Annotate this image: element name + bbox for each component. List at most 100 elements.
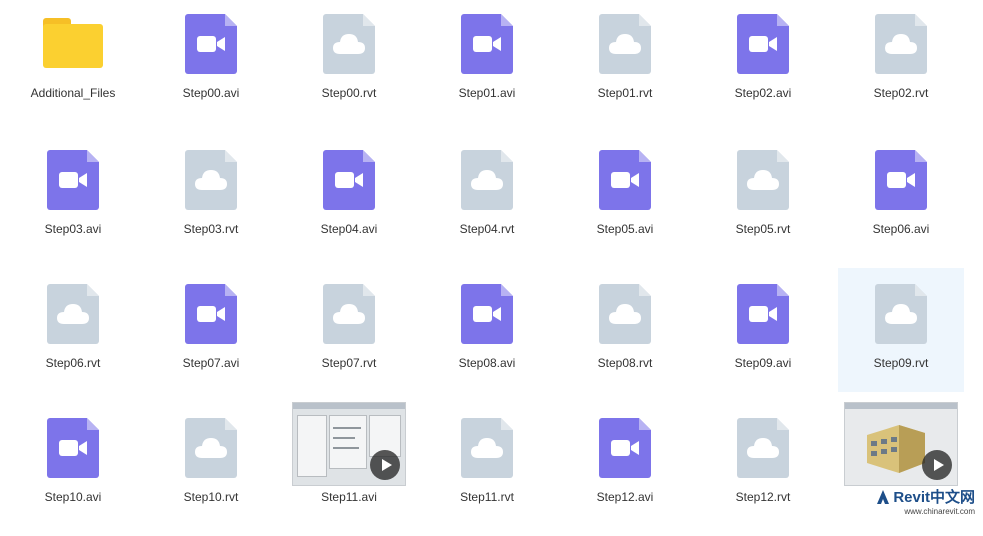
video-file-icon	[10, 402, 136, 478]
video-file-icon	[424, 268, 550, 344]
cloud-glyph	[471, 438, 503, 458]
doc-shape	[599, 418, 651, 478]
cloud-glyph	[609, 34, 641, 54]
cloud-glyph	[885, 304, 917, 324]
cloud-file-icon	[562, 268, 688, 344]
cloud-file-icon	[10, 268, 136, 344]
file-name: Step12.rvt	[735, 490, 791, 504]
file-item[interactable]: Step09.rvt	[838, 268, 964, 392]
folder-shape	[43, 18, 103, 68]
file-item[interactable]: Step07.avi	[148, 268, 274, 392]
video-thumbnail	[838, 402, 964, 486]
doc-shape	[323, 284, 375, 344]
cloud-glyph	[747, 170, 779, 190]
video-thumbnail	[286, 402, 412, 486]
cloud-glyph	[333, 304, 365, 324]
file-item[interactable]: Step11.rvt	[424, 402, 550, 526]
file-item[interactable]: Step05.avi	[562, 134, 688, 258]
file-item[interactable]: Step04.avi	[286, 134, 412, 258]
doc-shape	[323, 14, 375, 74]
doc-shape	[875, 14, 927, 74]
video-file-icon	[148, 0, 274, 74]
file-name: Step09.rvt	[873, 356, 929, 370]
cloud-file-icon	[286, 268, 412, 344]
cloud-file-icon	[424, 134, 550, 210]
file-item[interactable]: Step05.rvt	[700, 134, 826, 258]
cloud-file-icon	[148, 134, 274, 210]
file-item[interactable]: Step08.rvt	[562, 268, 688, 392]
cloud-glyph	[195, 438, 227, 458]
file-item[interactable]: Step00.avi	[148, 0, 274, 122]
camera-glyph	[473, 36, 501, 52]
file-name: Step08.avi	[458, 356, 516, 370]
file-item[interactable]: Step10.avi	[10, 402, 136, 526]
file-item[interactable]: Step06.avi	[838, 134, 964, 258]
file-name: Step04.avi	[320, 222, 378, 236]
file-name: Step04.rvt	[459, 222, 515, 236]
video-file-icon	[148, 268, 274, 344]
video-thumbnail	[292, 402, 406, 486]
file-name: Additional_Files	[30, 86, 116, 100]
cloud-file-icon	[424, 402, 550, 478]
file-item[interactable]: Step03.rvt	[148, 134, 274, 258]
doc-shape	[875, 150, 927, 210]
camera-glyph	[59, 440, 87, 456]
video-file-icon	[286, 134, 412, 210]
file-item[interactable]: Step02.rvt	[838, 0, 964, 122]
file-name: Step03.rvt	[183, 222, 239, 236]
file-item[interactable]: Step12.rvt	[700, 402, 826, 526]
camera-glyph	[335, 172, 363, 188]
play-icon[interactable]	[370, 450, 400, 480]
file-name: Step11.rvt	[460, 490, 514, 504]
file-name: Step06.rvt	[45, 356, 101, 370]
file-name: Step08.rvt	[597, 356, 653, 370]
file-item[interactable]: Step07.rvt	[286, 268, 412, 392]
file-name: Step03.avi	[44, 222, 102, 236]
doc-shape	[185, 418, 237, 478]
file-item[interactable]: Step03.avi	[10, 134, 136, 258]
file-item[interactable]: Additional_Files	[10, 0, 136, 122]
cloud-file-icon	[562, 0, 688, 74]
file-name: Step10.rvt	[183, 490, 239, 504]
doc-shape	[47, 150, 99, 210]
doc-shape	[461, 284, 513, 344]
file-item[interactable]: Step09.avi	[700, 268, 826, 392]
doc-shape	[185, 14, 237, 74]
file-name: Step07.avi	[182, 356, 240, 370]
file-item[interactable]: Step08.avi	[424, 268, 550, 392]
file-item[interactable]: Step02.avi	[700, 0, 826, 122]
file-name: Step00.rvt	[321, 86, 377, 100]
doc-shape	[599, 14, 651, 74]
file-name: Step11.avi	[321, 490, 377, 504]
camera-glyph	[197, 306, 225, 322]
cloud-file-icon	[148, 402, 274, 478]
video-file-icon	[10, 134, 136, 210]
file-item[interactable]: Step01.avi	[424, 0, 550, 122]
site-watermark: Revit中文网 www.chinarevit.com	[876, 486, 975, 516]
file-item[interactable]: Step01.rvt	[562, 0, 688, 122]
file-item[interactable]: Step04.rvt	[424, 134, 550, 258]
doc-shape	[599, 284, 651, 344]
camera-glyph	[197, 36, 225, 52]
doc-shape	[185, 284, 237, 344]
doc-shape	[461, 14, 513, 74]
cloud-glyph	[609, 304, 641, 324]
file-name: Step12.avi	[596, 490, 654, 504]
watermark-logo: Revit中文网	[876, 486, 975, 507]
doc-shape	[323, 150, 375, 210]
file-item[interactable]: Step06.rvt	[10, 268, 136, 392]
file-name: Step02.rvt	[873, 86, 929, 100]
doc-shape	[47, 418, 99, 478]
folder-icon	[10, 0, 136, 74]
cloud-glyph	[747, 438, 779, 458]
camera-glyph	[59, 172, 87, 188]
file-item[interactable]: Step11.avi	[286, 402, 412, 526]
play-icon[interactable]	[922, 450, 952, 480]
video-file-icon	[700, 0, 826, 74]
watermark-brand: Revit中文网	[893, 489, 975, 506]
cloud-file-icon	[700, 402, 826, 478]
file-item[interactable]: Step10.rvt	[148, 402, 274, 526]
camera-glyph	[749, 306, 777, 322]
file-item[interactable]: Step00.rvt	[286, 0, 412, 122]
file-item[interactable]: Step12.avi	[562, 402, 688, 526]
